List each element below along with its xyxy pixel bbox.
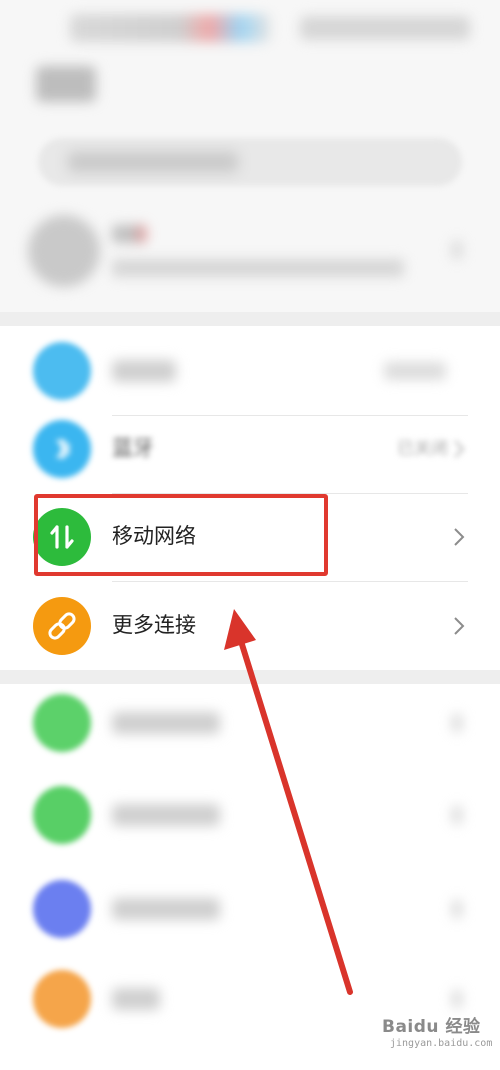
status-bar xyxy=(0,0,500,56)
baidu-watermark: Baidu 经验 jingyan.baidu.com xyxy=(382,1012,492,1062)
settings-item-wlan[interactable] xyxy=(0,326,500,416)
search-input[interactable] xyxy=(38,138,462,186)
wifi-icon xyxy=(33,342,91,400)
account-subtitle xyxy=(112,259,404,277)
status-bar-left-icons xyxy=(70,14,270,42)
bluetooth-icon xyxy=(33,420,91,478)
account-name xyxy=(112,225,146,243)
app-icon xyxy=(33,694,91,752)
section-divider xyxy=(0,312,500,326)
account-row[interactable] xyxy=(0,205,500,305)
page-title xyxy=(36,66,96,102)
wlan-value xyxy=(384,362,446,380)
settings-item-blurred-2[interactable] xyxy=(0,776,500,866)
app-icon xyxy=(33,786,91,844)
settings-item-blurred-1[interactable] xyxy=(0,684,500,774)
bluetooth-label: 蓝牙 xyxy=(112,436,154,460)
bluetooth-status-value: 已关闭 xyxy=(397,439,448,459)
section-divider xyxy=(0,670,500,684)
item-label xyxy=(112,898,220,920)
link-icon xyxy=(33,597,91,655)
settings-item-blurred-3[interactable] xyxy=(0,876,500,966)
search-placeholder xyxy=(68,152,238,172)
app-icon xyxy=(33,970,91,1028)
chevron-right-icon xyxy=(452,714,462,732)
chevron-right-icon xyxy=(452,900,462,918)
chevron-right-icon xyxy=(454,440,465,458)
chevron-right-icon xyxy=(452,990,462,1008)
watermark-url: jingyan.baidu.com xyxy=(390,1038,493,1049)
chevron-right-icon xyxy=(454,528,465,546)
avatar xyxy=(28,215,100,287)
highlight-box xyxy=(34,494,328,576)
settings-item-bluetooth[interactable]: 蓝牙 已关闭 xyxy=(0,404,500,494)
item-label xyxy=(112,988,160,1010)
watermark-brand: Baidu 经验 xyxy=(382,1017,481,1037)
wlan-label xyxy=(112,360,176,382)
more-connections-label: 更多连接 xyxy=(112,613,196,637)
chevron-right-icon xyxy=(452,806,462,824)
status-bar-right-icons xyxy=(300,16,470,40)
chevron-right-icon xyxy=(452,241,462,259)
app-icon xyxy=(33,880,91,938)
item-label xyxy=(112,804,220,826)
item-label xyxy=(112,712,220,734)
chevron-right-icon xyxy=(454,617,465,635)
settings-item-more-connections[interactable]: 更多连接 xyxy=(0,581,500,671)
